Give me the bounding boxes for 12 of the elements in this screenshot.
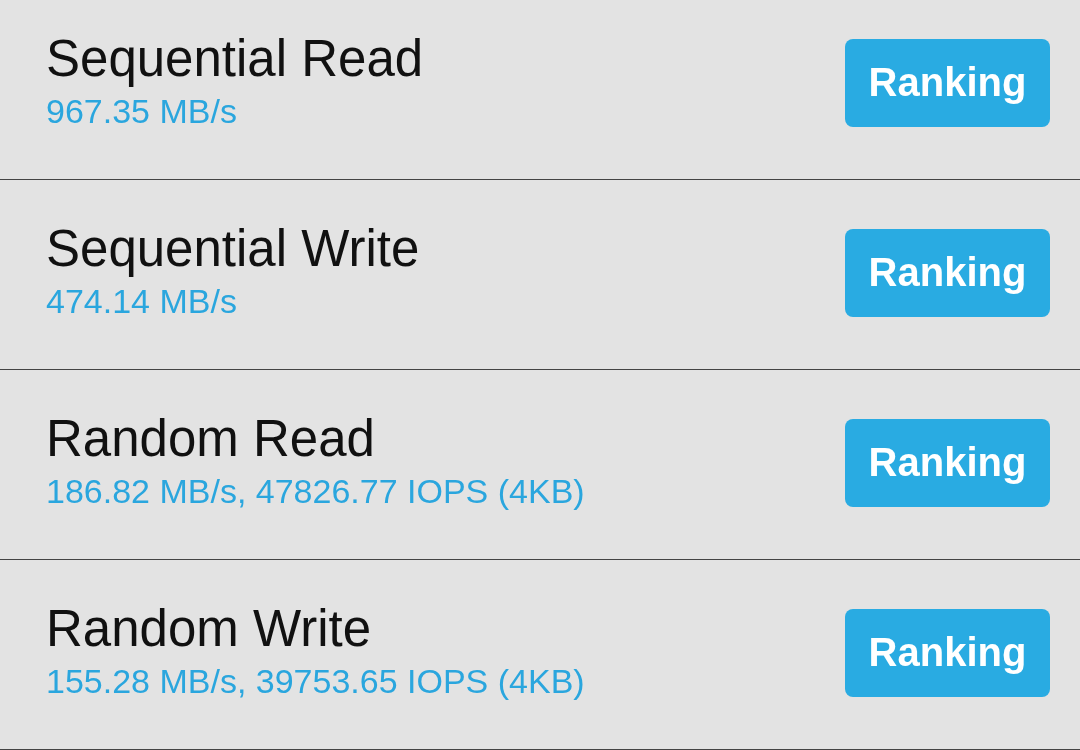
result-value: 155.28 MB/s, 39753.65 IOPS (4KB) [46, 661, 585, 702]
result-value: 186.82 MB/s, 47826.77 IOPS (4KB) [46, 471, 585, 512]
result-title: Random Read [46, 411, 376, 468]
result-value: 474.14 MB/s [46, 281, 238, 322]
ranking-button[interactable]: Ranking [845, 228, 1050, 317]
ranking-button[interactable]: Ranking [845, 418, 1050, 507]
result-title: Random Write [46, 601, 372, 658]
result-title: Sequential Write [46, 221, 420, 278]
result-value: 967.35 MB/s [46, 91, 238, 132]
ranking-button[interactable]: Ranking [845, 38, 1050, 127]
result-title: Sequential Read [46, 31, 424, 88]
ranking-button[interactable]: Ranking [845, 608, 1050, 697]
